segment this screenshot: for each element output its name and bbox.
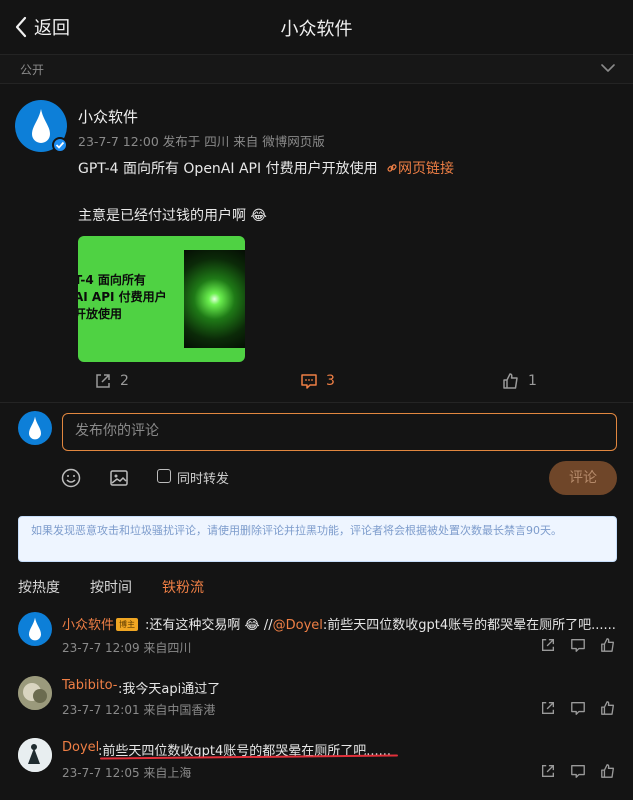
mention-link[interactable]: @Doyel (273, 618, 323, 633)
comment-author[interactable]: 小众软件 博主 (62, 614, 142, 633)
water-drop-icon (32, 109, 50, 143)
post-image-line2: AI API 付费用户 (78, 290, 167, 304)
comment-text: :还有这种交易啊 😂 //@Doyel:前些天四位数收gpt4账号的都哭晕在厕所… (145, 614, 616, 633)
moderation-notice: 如果发现恶意攻击和垃圾骚扰评论，请使用删除评论并拉黑功能，评论者将会根据被处置次… (18, 516, 617, 562)
comment-actions (540, 700, 616, 716)
like-button[interactable]: 1 (502, 372, 537, 390)
tab-fans[interactable]: 铁粉流 (162, 577, 204, 597)
comment-meta: 23-7-7 12:09 来自四川 (62, 641, 192, 655)
water-drop-icon (29, 617, 41, 641)
tab-hot[interactable]: 按热度 (18, 577, 60, 597)
post-image-graphic (184, 250, 245, 348)
comment-avatar[interactable] (18, 612, 52, 646)
comment-meta: 23-7-7 12:01 来自中国香港 (62, 703, 216, 717)
thumbs-up-icon[interactable] (600, 637, 616, 653)
comment-author-name[interactable]: Tabibito- (62, 678, 117, 693)
comment-author-name: 小众软件 (62, 618, 115, 633)
thumbs-up-icon[interactable] (600, 700, 616, 716)
web-link[interactable]: 网页链接 (382, 161, 454, 177)
chevron-down-icon[interactable] (601, 63, 615, 73)
page-title: 小众软件 (280, 19, 353, 40)
thumbs-up-icon[interactable] (600, 763, 616, 779)
comment-text-pre: :还有这种交易啊 😂 // (145, 618, 273, 633)
post-image[interactable]: T-4 面向所有 AI API 付费用户 开放使用 (78, 236, 245, 362)
comment-author-name[interactable]: Doyel (62, 740, 99, 755)
comment-actions (540, 637, 616, 653)
comment-icon (301, 374, 317, 389)
web-link-label: 网页链接 (398, 161, 455, 177)
comment-actions (540, 763, 616, 779)
photo-avatar-icon (18, 738, 52, 772)
comment-icon[interactable] (570, 700, 586, 716)
image-icon[interactable] (108, 467, 130, 489)
blogger-badge: 博主 (116, 618, 139, 631)
user-avatar (18, 411, 52, 445)
comment-meta: 23-7-7 12:05 来自上海 (62, 766, 192, 780)
share-icon[interactable] (540, 700, 556, 716)
post-image-line1: T-4 面向所有 (78, 273, 146, 287)
post-image-caption: T-4 面向所有 AI API 付费用户 开放使用 (78, 272, 184, 323)
share-icon[interactable] (540, 637, 556, 653)
share-icon[interactable] (540, 763, 556, 779)
tab-time[interactable]: 按时间 (90, 577, 132, 597)
repost-label: 同时转发 (177, 472, 230, 487)
comment-text-post: :前些天四位数收gpt4账号的都哭晕在厕所了吧...... (322, 618, 616, 633)
water-drop-icon (29, 416, 41, 440)
repost-button[interactable]: 2 (94, 372, 129, 390)
post-author-name[interactable]: 小众软件 (78, 106, 138, 127)
emoji-icon[interactable] (60, 467, 82, 489)
comment-button[interactable]: 3 (300, 372, 335, 390)
check-icon (55, 141, 65, 149)
thumbs-up-icon (503, 373, 518, 389)
post-meta: 23-7-7 12:00 发布于 四川 来自 微博网页版 (78, 134, 325, 149)
comment-input[interactable]: 发布你的评论 (62, 413, 617, 451)
share-icon (96, 374, 110, 388)
comment-text: :我今天api通过了 (118, 682, 221, 697)
link-icon (387, 164, 397, 172)
comment-icon[interactable] (570, 763, 586, 779)
post-text: GPT-4 面向所有 OpenAI API 付费用户开放使用 (78, 161, 378, 177)
comment-count: 3 (326, 373, 335, 389)
repost-count: 2 (120, 373, 129, 389)
comment-avatar[interactable] (18, 676, 52, 710)
top-bar: 返回 小众软件 (0, 0, 633, 54)
post-image-line3: 开放使用 (78, 307, 123, 321)
like-count: 1 (528, 373, 537, 389)
photo-avatar-icon (18, 676, 52, 710)
submit-comment-button[interactable]: 评论 (549, 461, 617, 495)
visibility-label: 公开 (20, 63, 45, 77)
verified-badge (52, 137, 68, 153)
visibility-row[interactable]: 公开 (0, 54, 633, 84)
post-text-line1: GPT-4 面向所有 OpenAI API 付费用户开放使用 网页链接 (78, 158, 454, 178)
repost-checkbox[interactable] (157, 469, 171, 483)
comment-icon[interactable] (570, 637, 586, 653)
post-text-line2: 主意是已经付过钱的用户啊 😂 (78, 208, 267, 224)
comment-avatar[interactable] (18, 738, 52, 772)
post-action-bar: 2 3 1 (0, 368, 633, 396)
divider (0, 402, 633, 403)
